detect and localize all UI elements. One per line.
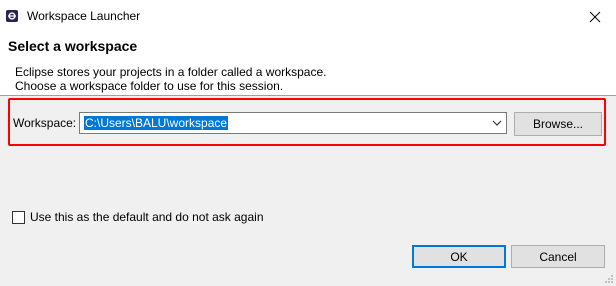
workspace-path-value[interactable]: C:\Users\BALU\workspace (84, 116, 229, 130)
resize-grip-icon[interactable] (604, 274, 614, 284)
title-bar: Workspace Launcher (0, 0, 616, 33)
window-title: Workspace Launcher (27, 9, 141, 23)
page-title: Select a workspace (8, 38, 138, 54)
description-line-2: Choose a workspace folder to use for thi… (15, 79, 284, 93)
dialog-header: Select a workspace Eclipse stores your p… (0, 33, 616, 95)
workspace-label: Workspace: (13, 116, 77, 130)
browse-button[interactable]: Browse... (514, 112, 602, 136)
eclipse-icon (6, 10, 18, 22)
header-divider (0, 95, 616, 96)
cancel-button[interactable]: Cancel (511, 245, 605, 268)
description-line-1: Eclipse stores your projects in a folder… (15, 65, 327, 79)
default-checkbox[interactable] (12, 211, 25, 224)
chevron-down-icon[interactable] (492, 119, 502, 127)
workspace-combo[interactable]: C:\Users\BALU\workspace (79, 112, 507, 134)
workspace-launcher-dialog: Workspace Launcher Select a workspace Ec… (0, 0, 616, 286)
ok-button[interactable]: OK (412, 245, 506, 268)
default-checkbox-label[interactable]: Use this as the default and do not ask a… (30, 210, 264, 224)
close-icon[interactable] (580, 6, 610, 28)
